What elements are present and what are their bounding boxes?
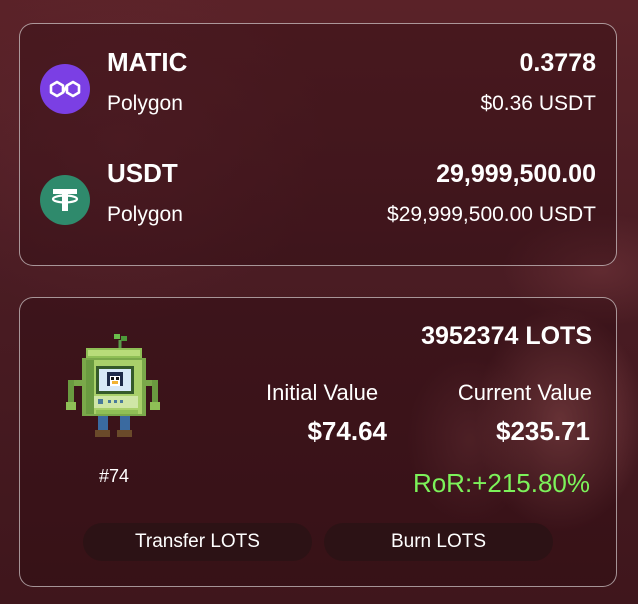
current-value: $235.71 — [496, 416, 590, 446]
arcade-robot-nft-image — [66, 334, 160, 437]
token-row-usdt[interactable]: USDT Polygon 29,999,500.00 $29,999,500.0… — [20, 155, 616, 255]
token-symbol: MATIC — [107, 47, 188, 77]
burn-lots-button[interactable]: Burn LOTS — [324, 523, 553, 561]
token-usd-value: $0.36 USDT — [480, 92, 596, 115]
token-balance: 0.3778 — [519, 49, 596, 77]
token-balances-card: MATIC Polygon 0.3778 $0.36 USDT USDT Pol… — [19, 23, 617, 266]
lots-nft-card: #74 3952374 LOTS Initial Value Current V… — [19, 297, 617, 587]
initial-value-label: Initial Value — [266, 380, 379, 405]
token-balance: 29,999,500.00 — [436, 160, 596, 188]
rate-of-return: RoR:+215.80% — [412, 468, 590, 498]
token-symbol: USDT — [107, 158, 178, 188]
token-network: Polygon — [107, 203, 183, 226]
polygon-icon — [40, 64, 90, 114]
token-row-matic[interactable]: MATIC Polygon 0.3778 $0.36 USDT — [20, 44, 616, 144]
transfer-lots-button[interactable]: Transfer LOTS — [83, 523, 312, 561]
current-value-label: Current Value — [457, 380, 592, 405]
lots-amount: 3952374 LOTS — [421, 322, 592, 350]
nft-token-id: #74 — [98, 466, 130, 486]
tether-icon — [40, 175, 90, 225]
initial-value: $74.64 — [307, 416, 387, 446]
token-usd-value: $29,999,500.00 USDT — [387, 203, 596, 226]
token-network: Polygon — [107, 92, 183, 115]
